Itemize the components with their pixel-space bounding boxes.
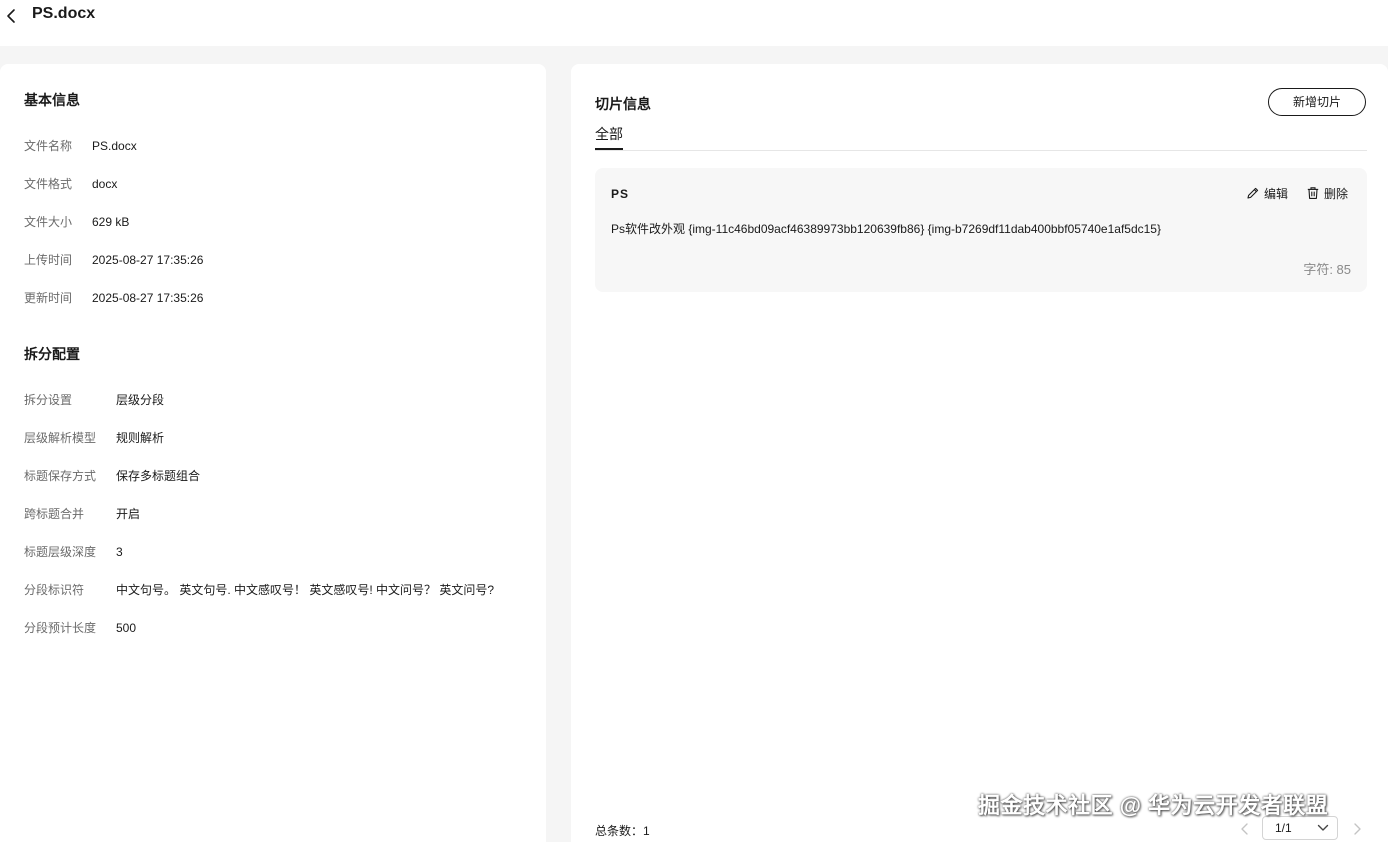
config-key: 拆分设置: [24, 393, 73, 407]
config-value: 规则解析: [116, 431, 165, 445]
split-config-title: 拆分配置: [24, 346, 80, 362]
add-slice-button[interactable]: 新增切片: [1268, 88, 1366, 116]
slice-info-panel: 切片信息 新增切片 全部 PS 编辑 删除 Ps软件改外观 {img-11c46…: [571, 64, 1388, 842]
info-value: 2025-08-27 17:35:26: [92, 253, 204, 267]
info-key: 文件名称: [24, 139, 73, 153]
info-value: docx: [92, 177, 118, 191]
config-value: 500: [116, 621, 137, 635]
back-arrow-icon[interactable]: [4, 7, 20, 25]
config-key: 跨标题合并: [24, 507, 85, 521]
page-select-value: 1/1: [1275, 821, 1292, 835]
edit-icon: [1247, 187, 1259, 199]
info-value: PS.docx: [92, 139, 137, 153]
next-page-icon[interactable]: [1349, 821, 1365, 837]
config-value: 保存多标题组合: [116, 469, 201, 483]
slice-char-count: 字符: 85: [1303, 262, 1351, 277]
slice-content: Ps软件改外观 {img-11c46bd09acf46389973bb12063…: [611, 222, 1161, 236]
info-key: 文件格式: [24, 177, 73, 191]
config-key: 层级解析模型: [24, 431, 97, 445]
watermark: 掘金技术社区 @ 华为云开发者联盟: [978, 793, 1329, 818]
config-key: 分段预计长度: [24, 621, 97, 635]
slice-info-title: 切片信息: [595, 96, 651, 112]
edit-slice-button[interactable]: 编辑: [1246, 184, 1288, 202]
config-key: 标题保存方式: [24, 469, 97, 483]
trash-icon: [1307, 187, 1319, 199]
total-count: 总条数：1: [595, 824, 650, 838]
info-key: 更新时间: [24, 291, 73, 305]
prev-page-icon[interactable]: [1237, 821, 1253, 837]
basic-info-title: 基本信息: [24, 92, 80, 108]
document-info-panel: 基本信息 文件名称 PS.docx 文件格式 docx 文件大小 629 kB …: [0, 64, 546, 842]
info-value: 629 kB: [92, 215, 130, 229]
chevron-down-icon: [1317, 824, 1329, 831]
info-key: 文件大小: [24, 215, 73, 229]
config-value: 层级分段: [116, 393, 165, 407]
top-bar: PS.docx: [0, 0, 1388, 46]
edit-label: 编辑: [1264, 186, 1289, 201]
slice-title: PS: [611, 187, 630, 201]
config-value: 3: [116, 545, 123, 559]
tab-all[interactable]: 全部: [595, 124, 623, 150]
config-value: 中文句号。 英文句号. 中文感叹号！ 英文感叹号! 中文问号？ 英文问号?: [116, 583, 495, 597]
tab-divider: [595, 150, 1367, 151]
config-key: 分段标识符: [24, 583, 85, 597]
config-key: 标题层级深度: [24, 545, 97, 559]
slice-card: PS 编辑 删除 Ps软件改外观 {img-11c46bd09acf463899…: [595, 168, 1367, 292]
delete-slice-button[interactable]: 删除: [1306, 184, 1348, 202]
config-value: 开启: [116, 507, 141, 521]
page-title: PS.docx: [32, 5, 96, 22]
info-key: 上传时间: [24, 253, 73, 267]
delete-label: 删除: [1324, 186, 1349, 201]
info-value: 2025-08-27 17:35:26: [92, 291, 204, 305]
